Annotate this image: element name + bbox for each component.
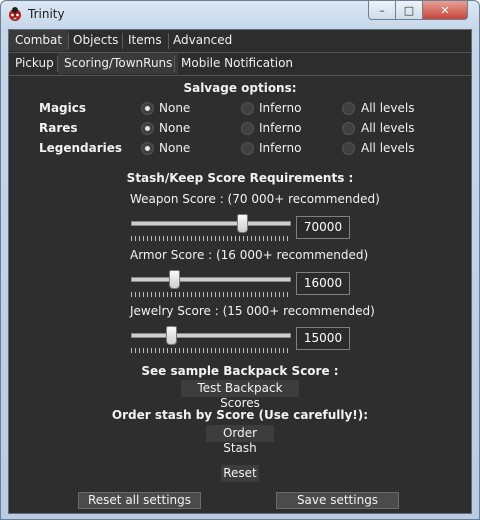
- jewelry-score-label: Jewelry Score : (15 000+ recommended): [130, 304, 375, 318]
- window-title: Trinity: [28, 7, 65, 21]
- radio-legendaries-inferno[interactable]: [241, 142, 254, 155]
- weapon-score-input[interactable]: 70000: [296, 216, 350, 239]
- option-none: None: [159, 101, 191, 115]
- maximize-icon: □: [403, 3, 415, 17]
- slider-ticks: [131, 236, 289, 241]
- option-inferno: Inferno: [259, 141, 302, 155]
- slider-thumb[interactable]: [168, 270, 180, 289]
- slider-ticks: [131, 348, 289, 353]
- slider-ticks: [131, 292, 289, 297]
- radio-magics-inferno[interactable]: [241, 102, 254, 115]
- save-settings-button[interactable]: Save settings: [276, 492, 399, 509]
- radio-rares-inferno[interactable]: [241, 122, 254, 135]
- radio-legendaries-none[interactable]: [141, 142, 154, 155]
- armor-score-slider[interactable]: [131, 270, 291, 302]
- salvage-heading: Salvage options:: [183, 81, 297, 95]
- order-stash-heading: Order stash by Score (Use carefully!):: [111, 408, 369, 422]
- tab-objects[interactable]: Objects: [67, 30, 124, 51]
- backpack-heading: See sample Backpack Score :: [141, 364, 339, 378]
- slider-thumb[interactable]: [165, 326, 177, 345]
- jewelry-score-input[interactable]: 15000: [296, 327, 350, 350]
- title-bar[interactable]: Trinity – □ ✕: [1, 1, 479, 27]
- salvage-label-legendaries: Legendaries: [39, 141, 123, 155]
- minimize-button[interactable]: –: [368, 1, 396, 20]
- armor-score-input[interactable]: 16000: [296, 272, 350, 295]
- reset-button[interactable]: Reset: [221, 465, 259, 482]
- slider-thumb[interactable]: [236, 214, 248, 233]
- option-all-levels: All levels: [361, 141, 415, 155]
- score-heading: Stash/Keep Score Requirements :: [126, 171, 354, 185]
- option-all-levels: All levels: [361, 101, 415, 115]
- sub-tab-bar: Pickup Scoring/TownRuns Mobile Notificat…: [9, 53, 471, 76]
- close-button[interactable]: ✕: [422, 1, 468, 20]
- slider-track: [131, 277, 291, 282]
- test-backpack-scores-button[interactable]: Test Backpack Scores: [181, 380, 299, 410]
- armor-score-label: Armor Score : (16 000+ recommended): [130, 248, 369, 262]
- slider-track: [131, 221, 291, 226]
- option-inferno: Inferno: [259, 121, 302, 135]
- jewelry-score-slider[interactable]: [131, 326, 291, 358]
- option-none: None: [159, 121, 191, 135]
- tab-pickup[interactable]: Pickup: [9, 53, 60, 74]
- maximize-button[interactable]: □: [395, 1, 423, 20]
- salvage-label-magics: Magics: [39, 101, 86, 115]
- option-inferno: Inferno: [259, 101, 302, 115]
- radio-rares-none[interactable]: [141, 122, 154, 135]
- weapon-score-slider[interactable]: [131, 214, 291, 246]
- tab-mobile-notification[interactable]: Mobile Notification: [175, 53, 299, 74]
- radio-magics-all-levels[interactable]: [342, 102, 355, 115]
- client-area: Combat Objects Items Advanced Pickup Sco…: [8, 29, 472, 514]
- option-none: None: [159, 141, 191, 155]
- order-stash-button[interactable]: Order Stash: [206, 425, 274, 455]
- tab-combat[interactable]: Combat: [9, 30, 69, 51]
- close-icon: ✕: [440, 3, 450, 17]
- minimize-icon: –: [379, 3, 385, 17]
- tab-items[interactable]: Items: [122, 30, 168, 51]
- main-tab-bar: Combat Objects Items Advanced: [9, 30, 471, 53]
- tab-advanced[interactable]: Advanced: [167, 30, 238, 51]
- slider-track: [131, 333, 291, 338]
- tab-scoring-townruns[interactable]: Scoring/TownRuns: [58, 53, 179, 74]
- bug-icon: [9, 7, 21, 21]
- radio-magics-none[interactable]: [141, 102, 154, 115]
- reset-all-settings-button[interactable]: Reset all settings: [78, 492, 201, 509]
- radio-legendaries-all-levels[interactable]: [342, 142, 355, 155]
- salvage-label-rares: Rares: [39, 121, 78, 135]
- app-window: Trinity – □ ✕ Combat Objects Items Advan…: [0, 0, 480, 520]
- option-all-levels: All levels: [361, 121, 415, 135]
- weapon-score-label: Weapon Score : (70 000+ recommended): [130, 192, 380, 206]
- radio-rares-all-levels[interactable]: [342, 122, 355, 135]
- scoring-panel: Salvage options: Magics None Inferno All…: [9, 76, 471, 513]
